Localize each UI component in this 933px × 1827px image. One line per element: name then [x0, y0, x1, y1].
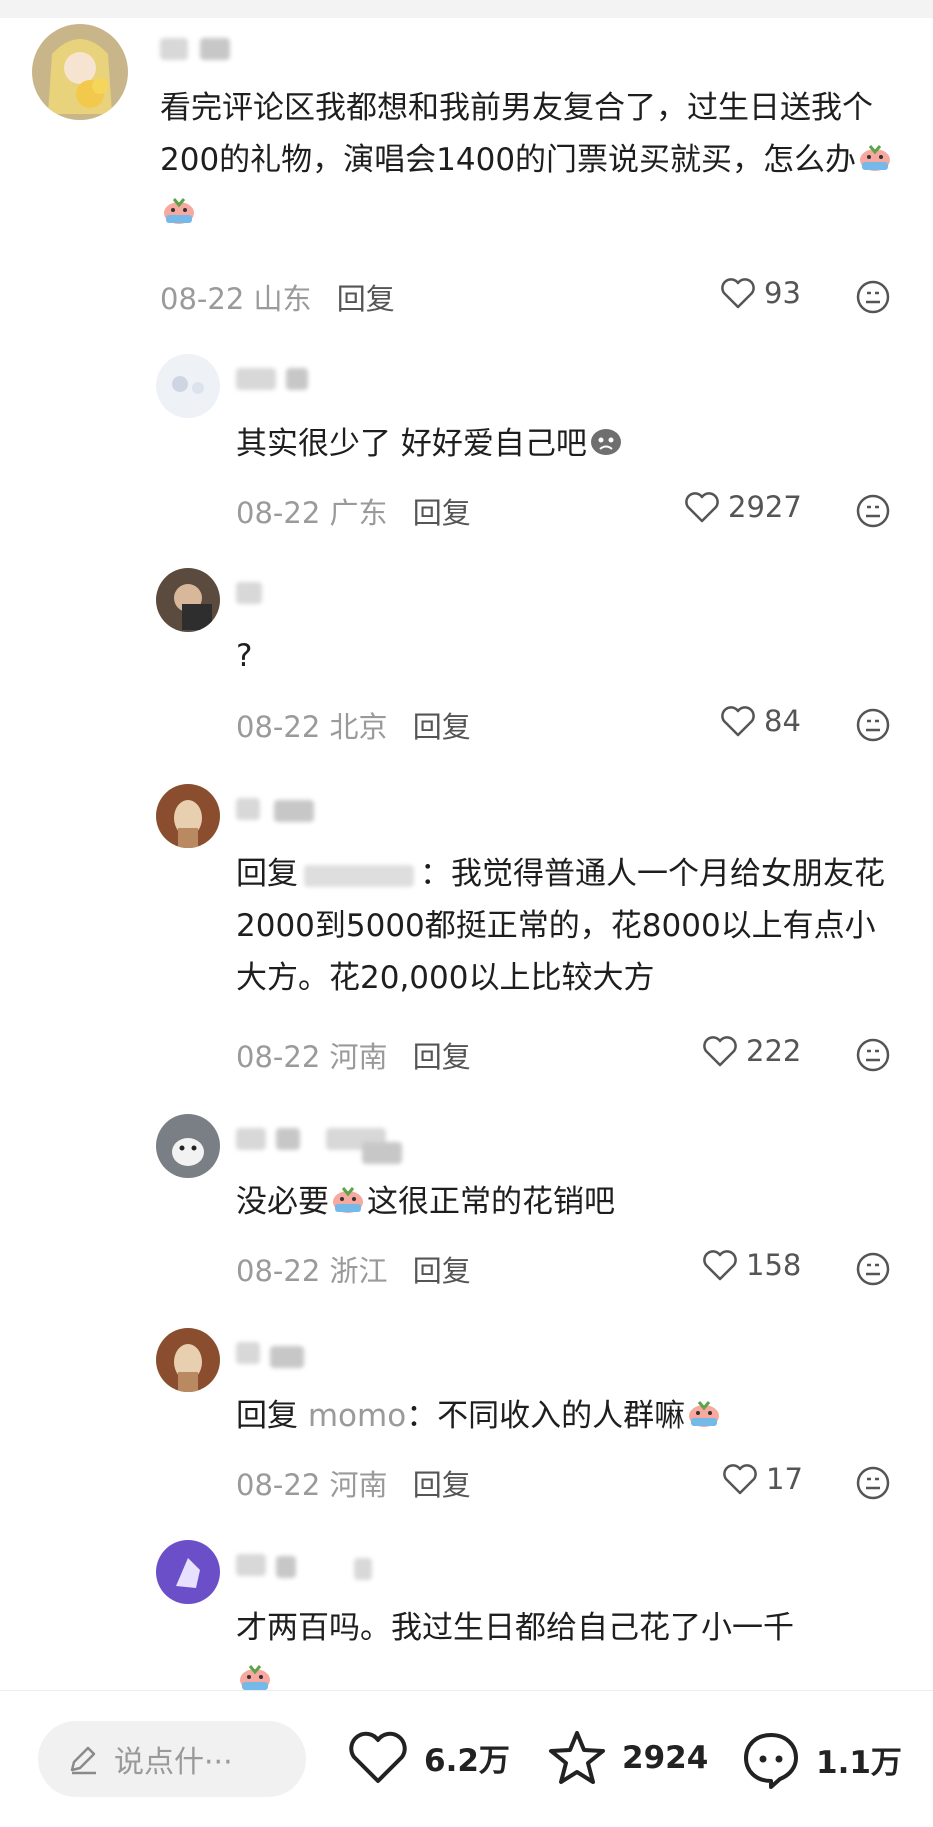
smiley-icon	[856, 1252, 890, 1286]
crying-emoji	[162, 189, 196, 241]
username-blurred[interactable]	[236, 1122, 436, 1164]
comment-location: 广东	[329, 496, 388, 530]
like-count: 2927	[728, 490, 802, 524]
heart-icon	[349, 1731, 407, 1783]
username-blurred[interactable]	[160, 34, 240, 64]
bottom-action-bar: 说点什··· 6.2万 2924 1.1万	[0, 1690, 933, 1827]
top-divider	[0, 0, 933, 18]
comment-date: 08-22	[236, 710, 321, 744]
username-blurred[interactable]	[236, 576, 296, 606]
like-button[interactable]: 222	[702, 1034, 801, 1068]
avatar[interactable]	[156, 1540, 220, 1604]
smiley-icon	[856, 1466, 890, 1500]
comment-input-placeholder: 说点什···	[114, 1745, 233, 1780]
comment-text: 回复 momo：不同收入的人群嘛	[236, 1390, 896, 1444]
like-stat-button[interactable]: 6.2万	[346, 1729, 510, 1785]
comment-date: 08-22	[160, 282, 245, 316]
emoji-reaction-button[interactable]	[856, 1038, 890, 1076]
emoji-reaction-button[interactable]	[856, 494, 890, 532]
like-count: 222	[746, 1034, 802, 1068]
comment-location: 浙江	[329, 1254, 388, 1288]
comment-location: 河南	[329, 1040, 388, 1074]
avatar[interactable]	[32, 24, 128, 120]
sad-face-emoji	[589, 420, 623, 472]
comment-text: 回复 ：我觉得普通人一个月给女朋友花2000到5000都挺正常的，花8000以上有…	[236, 856, 885, 996]
avatar[interactable]	[156, 1114, 220, 1178]
comment-date: 08-22	[236, 1468, 321, 1502]
comment-date: 08-22	[236, 496, 321, 530]
username-blurred[interactable]	[236, 1336, 326, 1368]
like-button[interactable]: 2927	[684, 490, 802, 524]
like-button[interactable]: 84	[720, 704, 801, 738]
crying-emoji	[687, 1392, 721, 1444]
reply-button[interactable]: 回复	[413, 496, 471, 530]
total-favorites: 2924	[622, 1740, 709, 1776]
like-count: 158	[746, 1248, 802, 1282]
favorite-stat-button[interactable]: 2924	[546, 1729, 708, 1787]
emoji-reaction-button[interactable]	[856, 708, 890, 746]
heart-icon	[721, 278, 755, 309]
like-button[interactable]: 17	[722, 1462, 803, 1496]
comment-meta: 08-22 广东 回复	[236, 490, 471, 532]
comment-location: 山东	[253, 282, 312, 316]
crying-emoji	[858, 136, 892, 188]
username-blurred[interactable]	[236, 792, 326, 822]
username-blurred[interactable]	[236, 362, 336, 392]
heart-icon	[721, 706, 755, 737]
reply-target[interactable]: momo	[308, 1398, 406, 1434]
comment-date: 08-22	[236, 1040, 321, 1074]
smiley-icon	[856, 708, 890, 742]
avatar[interactable]	[156, 568, 220, 632]
star-icon	[549, 1731, 605, 1784]
comment-meta: 08-22 浙江 回复	[236, 1248, 471, 1290]
comment-text: 其实很少了 好好爱自己吧	[236, 418, 896, 472]
comment-location: 北京	[329, 710, 388, 744]
smiley-icon	[856, 280, 890, 314]
pencil-icon	[70, 1746, 96, 1775]
comment-input[interactable]: 说点什···	[38, 1721, 306, 1797]
smiley-icon	[856, 494, 890, 528]
avatar[interactable]	[156, 354, 220, 418]
reply-button[interactable]: 回复	[413, 1040, 471, 1074]
comment-text: 看完评论区我都想和我前男友复合了，过生日送我个200的礼物，演唱会1400的门票…	[160, 82, 900, 241]
like-button[interactable]: 158	[702, 1248, 801, 1282]
comment-meta: 08-22 山东 回复	[160, 276, 395, 318]
like-button[interactable]: 93	[720, 276, 801, 310]
heart-icon	[723, 1464, 757, 1495]
avatar[interactable]	[156, 784, 220, 848]
comment-meta: 08-22 河南 回复	[236, 1034, 471, 1076]
total-likes: 6.2万	[424, 1742, 510, 1779]
emoji-reaction-button[interactable]	[856, 280, 890, 318]
heart-icon	[703, 1036, 737, 1067]
comment-stat-button[interactable]: 1.1万	[740, 1729, 902, 1789]
emoji-reaction-button[interactable]	[856, 1466, 890, 1504]
username-blurred[interactable]	[236, 1548, 386, 1580]
reply-button[interactable]: 回复	[413, 1254, 471, 1288]
avatar[interactable]	[156, 1328, 220, 1392]
crying-emoji	[331, 1178, 365, 1230]
reply-button[interactable]: 回复	[413, 710, 471, 744]
like-count: 84	[764, 704, 801, 738]
like-count: 93	[764, 276, 801, 310]
comment-location: 河南	[329, 1468, 388, 1502]
comment-meta: 08-22 河南 回复	[236, 1462, 471, 1504]
comment-text: 没必要 这很正常的花销吧	[236, 1176, 896, 1230]
comment-bubble-icon	[744, 1733, 798, 1789]
reply-target-blurred[interactable]	[304, 864, 414, 887]
comment-date: 08-22	[236, 1254, 321, 1288]
like-count: 17	[766, 1462, 803, 1496]
reply-button[interactable]: 回复	[413, 1468, 471, 1502]
heart-icon	[685, 492, 719, 523]
reply-button[interactable]: 回复	[337, 282, 395, 316]
heart-icon	[703, 1250, 737, 1281]
comment-meta: 08-22 北京 回复	[236, 704, 471, 746]
smiley-icon	[856, 1038, 890, 1072]
emoji-reaction-button[interactable]	[856, 1252, 890, 1290]
comment-text: ?	[236, 638, 253, 674]
total-comments: 1.1万	[816, 1744, 902, 1781]
